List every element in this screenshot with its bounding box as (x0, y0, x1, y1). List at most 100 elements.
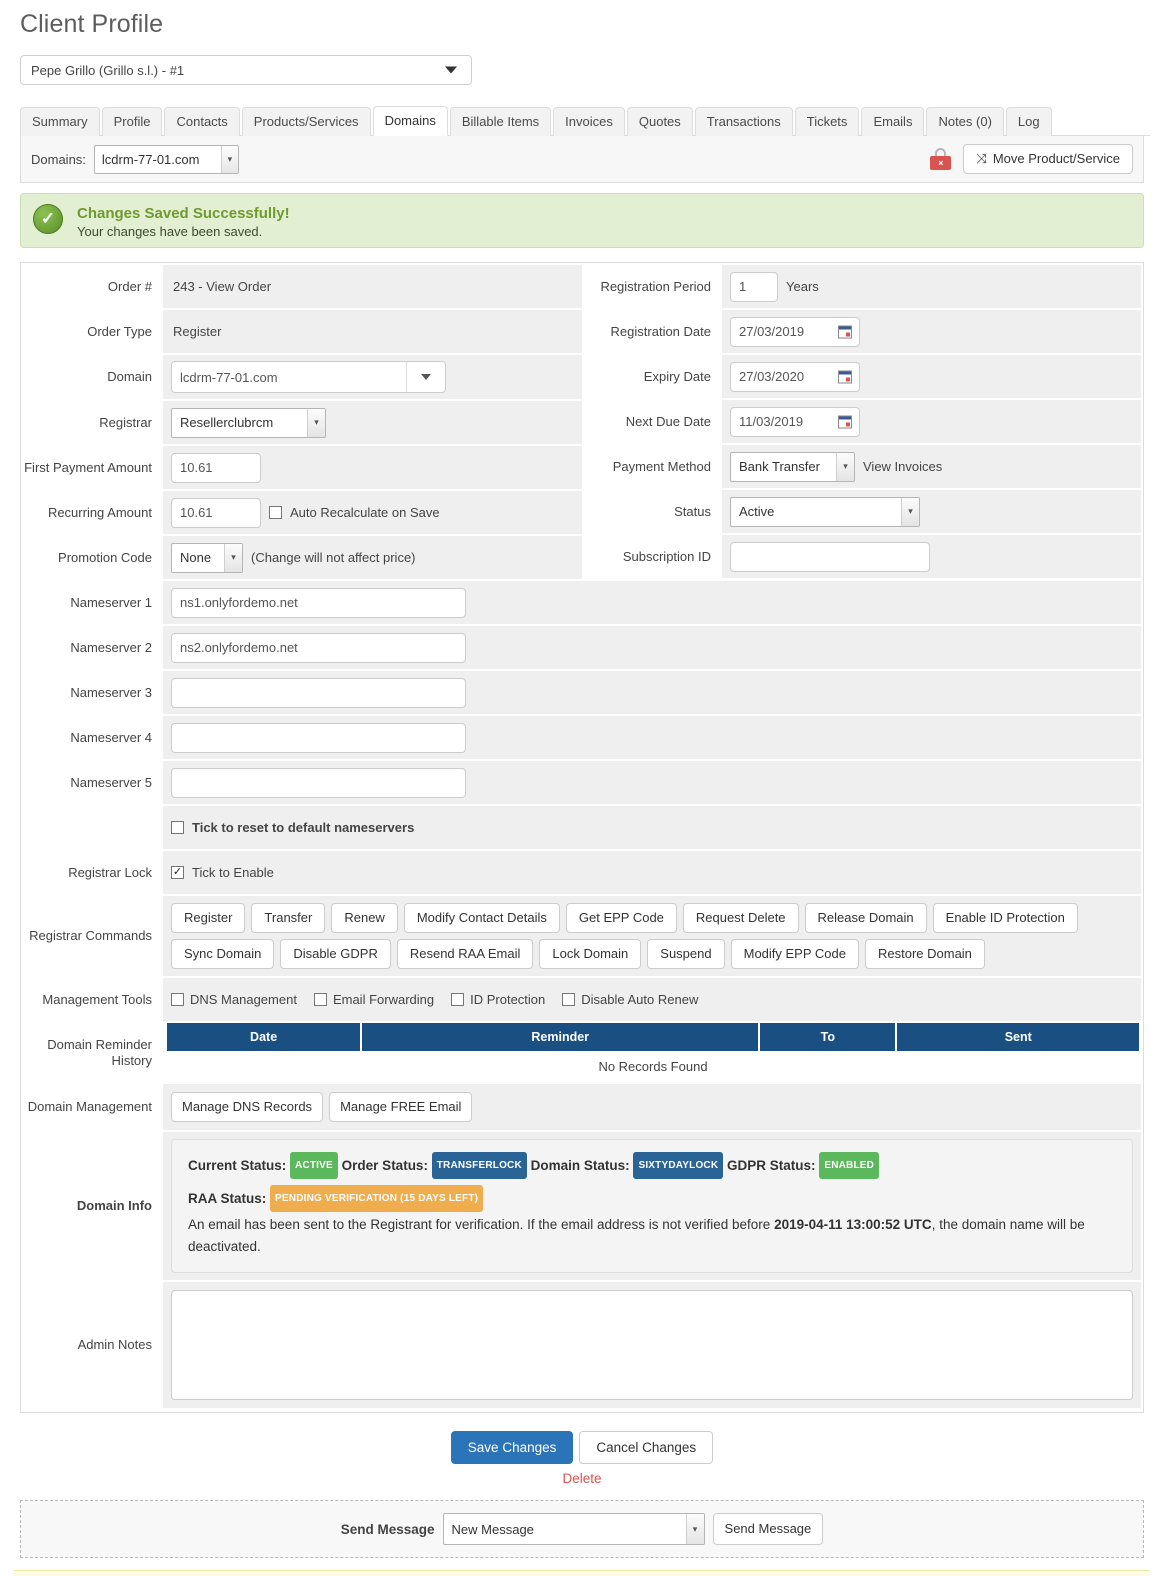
raa-status-badge: PENDING VERIFICATION (15 DAYS LEFT) (270, 1185, 484, 1212)
field-admin-notes: Admin Notes (23, 1282, 1141, 1410)
promotion-code-select[interactable]: None ▾ (171, 542, 243, 573)
registrar-command-suspend[interactable]: Suspend (647, 939, 725, 969)
domain-input-combo[interactable]: lcdrm-77-01.com (171, 361, 446, 393)
registrar-command-resend-raa-email[interactable]: Resend RAA Email (396, 939, 534, 969)
payment-method-select[interactable]: Bank Transfer ▾ (730, 451, 855, 482)
tab-quotes[interactable]: Quotes (626, 107, 693, 136)
tab-emails[interactable]: Emails (861, 107, 925, 136)
tab-profile[interactable]: Profile (101, 107, 163, 136)
registrar-lock-checkbox[interactable]: ✓ (171, 866, 184, 879)
domain-info-raa-line: RAA Status: PENDING VERIFICATION (15 DAY… (188, 1185, 1116, 1212)
recurring-amount-input[interactable] (171, 497, 261, 528)
registrar-command-get-epp-code[interactable]: Get EPP Code (565, 903, 677, 933)
registrar-command-transfer[interactable]: Transfer (251, 903, 326, 933)
registrar-label: Registrar (23, 401, 163, 444)
field-nameserver-4: Nameserver 4 (23, 716, 1141, 761)
chevron-down-icon: ▾ (836, 452, 854, 481)
registrar-command-restore-domain[interactable]: Restore Domain (864, 939, 985, 969)
calendar-icon[interactable] (838, 415, 852, 428)
order-type-label: Order Type (23, 310, 163, 353)
status-select[interactable]: Active ▾ (730, 496, 920, 527)
nameserver-2-input[interactable] (171, 632, 466, 663)
nameserver-5-input[interactable] (171, 767, 466, 798)
send-message-select-value: New Message (451, 1521, 534, 1537)
bottom-strip (14, 1570, 1150, 1576)
field-reset-nameservers: Tick to reset to default nameservers (23, 806, 1141, 851)
send-message-button[interactable]: Send Message (712, 1513, 824, 1545)
registrar-command-enable-id-protection[interactable]: Enable ID Protection (932, 903, 1078, 933)
registrar-command-release-domain[interactable]: Release Domain (804, 903, 927, 933)
calendar-icon[interactable] (838, 370, 852, 383)
subscription-id-input[interactable] (730, 541, 930, 572)
manage-free-email-button[interactable]: Manage FREE Email (329, 1092, 473, 1122)
subscription-id-label: Subscription ID (582, 535, 722, 578)
registrar-command-modify-contact-details[interactable]: Modify Contact Details (403, 903, 560, 933)
chevron-down-icon: ▾ (220, 145, 238, 173)
email-forwarding-checkbox[interactable] (313, 993, 327, 1006)
domain-status-badge: SIXTYDAYLOCK (633, 1152, 724, 1179)
next-due-date-label: Next Due Date (582, 400, 722, 443)
registrar-command-request-delete[interactable]: Request Delete (682, 903, 799, 933)
chevron-down-icon: ▾ (901, 497, 919, 526)
registrar-command-modify-epp-code[interactable]: Modify EPP Code (730, 939, 859, 969)
nameserver-3-input[interactable] (171, 677, 466, 708)
registrar-select[interactable]: Resellerclubrcm ▾ (171, 407, 326, 438)
move-product-service-button[interactable]: ⤨ Move Product/Service (963, 144, 1133, 174)
first-payment-input[interactable] (171, 452, 261, 483)
cancel-changes-button[interactable]: Cancel Changes (579, 1431, 714, 1464)
disable-auto-renew-checkbox[interactable] (562, 993, 576, 1006)
calendar-icon[interactable] (838, 325, 852, 338)
order-number-label: Order # (23, 265, 163, 308)
domain-info-box: Current Status: ACTIVE Order Status: TRA… (171, 1139, 1133, 1273)
dns-management-checkbox[interactable] (171, 993, 184, 1006)
client-selector[interactable]: Pepe Grillo (Grillo s.l.) - #1 (20, 55, 472, 85)
field-subscription-id: Subscription ID (582, 535, 1141, 580)
nameserver-1-input[interactable] (171, 587, 466, 618)
registrar-command-register[interactable]: Register (171, 903, 246, 933)
send-message-select[interactable]: New Message ▾ (442, 1513, 705, 1545)
page-title: Client Profile (20, 10, 164, 38)
registration-period-input[interactable] (730, 271, 778, 302)
registrar-command-disable-gdpr[interactable]: Disable GDPR (280, 939, 391, 969)
form-actions: Save Changes Cancel Changes Delete (14, 1431, 1150, 1486)
tab-products-services[interactable]: Products/Services (241, 107, 371, 136)
tab-invoices[interactable]: Invoices (553, 107, 625, 136)
registrar-command-renew[interactable]: Renew (331, 903, 398, 933)
tab-log[interactable]: Log (1005, 107, 1052, 136)
tab-summary[interactable]: Summary (20, 107, 100, 136)
tab-transactions[interactable]: Transactions (694, 107, 793, 136)
no-records-found: No Records Found (167, 1051, 1139, 1082)
field-registrar-lock: Registrar Lock ✓ Tick to Enable (23, 851, 1141, 896)
reset-nameservers-checkbox[interactable] (171, 821, 184, 834)
tab-domains[interactable]: Domains (372, 106, 448, 136)
tab-billable-items[interactable]: Billable Items (449, 107, 552, 136)
registrar-command-sync-domain[interactable]: Sync Domain (171, 939, 275, 969)
field-domain-reminder-history: Domain Reminder History Date Reminder To… (23, 1023, 1141, 1084)
delete-link[interactable]: Delete (562, 1471, 601, 1486)
gdpr-status-label: GDPR Status: (727, 1158, 816, 1173)
field-payment-method: Payment Method Bank Transfer ▾ View Invo… (582, 445, 1141, 490)
promotion-code-note: (Change will not affect price) (251, 550, 416, 565)
field-nameserver-5: Nameserver 5 (23, 761, 1141, 806)
registrar-lock-tick-label: Tick to Enable (192, 865, 274, 880)
save-changes-button[interactable]: Save Changes (450, 1431, 574, 1464)
tab-tickets[interactable]: Tickets (794, 107, 860, 136)
order-number-value[interactable]: 243 - View Order (163, 265, 582, 308)
tab-contacts[interactable]: Contacts (164, 107, 240, 136)
field-management-tools: Management Tools DNS Management Email Fo… (23, 978, 1141, 1023)
alert-text: Your changes have been saved. (77, 224, 263, 239)
admin-notes-textarea[interactable] (171, 1290, 1133, 1400)
nameserver-4-input[interactable] (171, 722, 466, 753)
view-invoices-link[interactable]: View Invoices (863, 459, 942, 474)
id-protection-checkbox[interactable] (451, 993, 465, 1006)
red-lock-x-icon[interactable]: × (930, 148, 952, 170)
send-message-panel: Send Message New Message ▾ Send Message (20, 1500, 1144, 1558)
domain-status-label: Domain Status: (530, 1158, 630, 1173)
registrar-command-lock-domain[interactable]: Lock Domain (539, 939, 642, 969)
top-fields-columns: Order # 243 - View Order Order Type Regi… (23, 265, 1141, 581)
auto-recalculate-checkbox[interactable] (269, 506, 282, 519)
domain-info-status-line: Current Status: ACTIVE Order Status: TRA… (188, 1152, 1116, 1179)
tab-notes[interactable]: Notes (0) (926, 107, 1004, 136)
manage-dns-records-button[interactable]: Manage DNS Records (171, 1092, 324, 1122)
domain-select[interactable]: lcdrm-77-01.com ▾ (93, 144, 239, 174)
